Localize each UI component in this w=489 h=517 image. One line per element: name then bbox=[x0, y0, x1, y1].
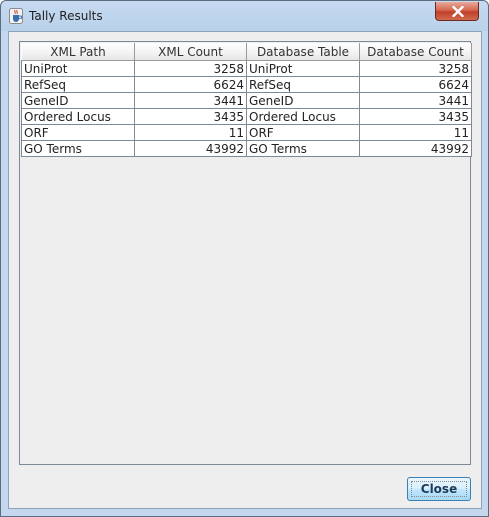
database-count-cell[interactable]: 6624 bbox=[359, 76, 472, 93]
database-table-cell[interactable]: Ordered Locus bbox=[246, 108, 360, 125]
column-header-xml-count[interactable]: XML Count bbox=[134, 43, 247, 61]
database-table-cell[interactable]: UniProt bbox=[246, 60, 360, 77]
xml-count-cell[interactable]: 43992 bbox=[134, 140, 247, 157]
xml-count-cell[interactable]: 3435 bbox=[134, 108, 247, 125]
column-header-database-count[interactable]: Database Count bbox=[359, 43, 472, 61]
xml-path-cell[interactable]: GO Terms bbox=[21, 140, 135, 157]
database-table-cell[interactable]: GO Terms bbox=[246, 140, 360, 157]
table-row[interactable]: RefSeq 6624 RefSeq 6624 bbox=[21, 76, 472, 93]
database-count-cell[interactable]: 11 bbox=[359, 124, 472, 141]
xml-path-cell[interactable]: Ordered Locus bbox=[21, 108, 135, 125]
java-cup-icon bbox=[9, 8, 23, 24]
database-count-cell[interactable]: 3258 bbox=[359, 60, 472, 77]
title-bar[interactable]: Tally Results bbox=[1, 1, 488, 31]
table-row[interactable]: GeneID 3441 GeneID 3441 bbox=[21, 92, 472, 109]
window-title: Tally Results bbox=[29, 9, 103, 23]
xml-count-cell[interactable]: 3441 bbox=[134, 92, 247, 109]
database-table-cell[interactable]: GeneID bbox=[246, 92, 360, 109]
column-header-database-table[interactable]: Database Table bbox=[246, 43, 360, 61]
xml-path-cell[interactable]: ORF bbox=[21, 124, 135, 141]
close-button[interactable]: Close bbox=[407, 477, 471, 501]
results-table-scrollpane[interactable]: XML Path XML Count Database Table Databa… bbox=[19, 41, 472, 465]
table-row[interactable]: Ordered Locus 3435 Ordered Locus 3435 bbox=[21, 108, 472, 125]
dialog-content: XML Path XML Count Database Table Databa… bbox=[8, 31, 482, 509]
close-icon bbox=[452, 6, 464, 17]
database-count-cell[interactable]: 3435 bbox=[359, 108, 472, 125]
table-row[interactable]: ORF 11 ORF 11 bbox=[21, 124, 472, 141]
xml-path-cell[interactable]: RefSeq bbox=[21, 76, 135, 93]
table-row[interactable]: GO Terms 43992 GO Terms 43992 bbox=[21, 140, 472, 157]
database-table-cell[interactable]: ORF bbox=[246, 124, 360, 141]
database-count-cell[interactable]: 43992 bbox=[359, 140, 472, 157]
results-table: XML Path XML Count Database Table Databa… bbox=[21, 43, 472, 157]
database-count-cell[interactable]: 3441 bbox=[359, 92, 472, 109]
tally-results-window: Tally Results XML Path XML Count Databas… bbox=[0, 0, 489, 517]
xml-path-cell[interactable]: GeneID bbox=[21, 92, 135, 109]
column-header-xml-path[interactable]: XML Path bbox=[21, 43, 135, 61]
table-header-row: XML Path XML Count Database Table Databa… bbox=[21, 43, 472, 61]
xml-path-cell[interactable]: UniProt bbox=[21, 60, 135, 77]
xml-count-cell[interactable]: 3258 bbox=[134, 60, 247, 77]
xml-count-cell[interactable]: 6624 bbox=[134, 76, 247, 93]
database-table-cell[interactable]: RefSeq bbox=[246, 76, 360, 93]
table-row[interactable]: UniProt 3258 UniProt 3258 bbox=[21, 60, 472, 77]
xml-count-cell[interactable]: 11 bbox=[134, 124, 247, 141]
close-button-label: Close bbox=[420, 482, 458, 496]
window-close-button[interactable] bbox=[435, 2, 479, 21]
